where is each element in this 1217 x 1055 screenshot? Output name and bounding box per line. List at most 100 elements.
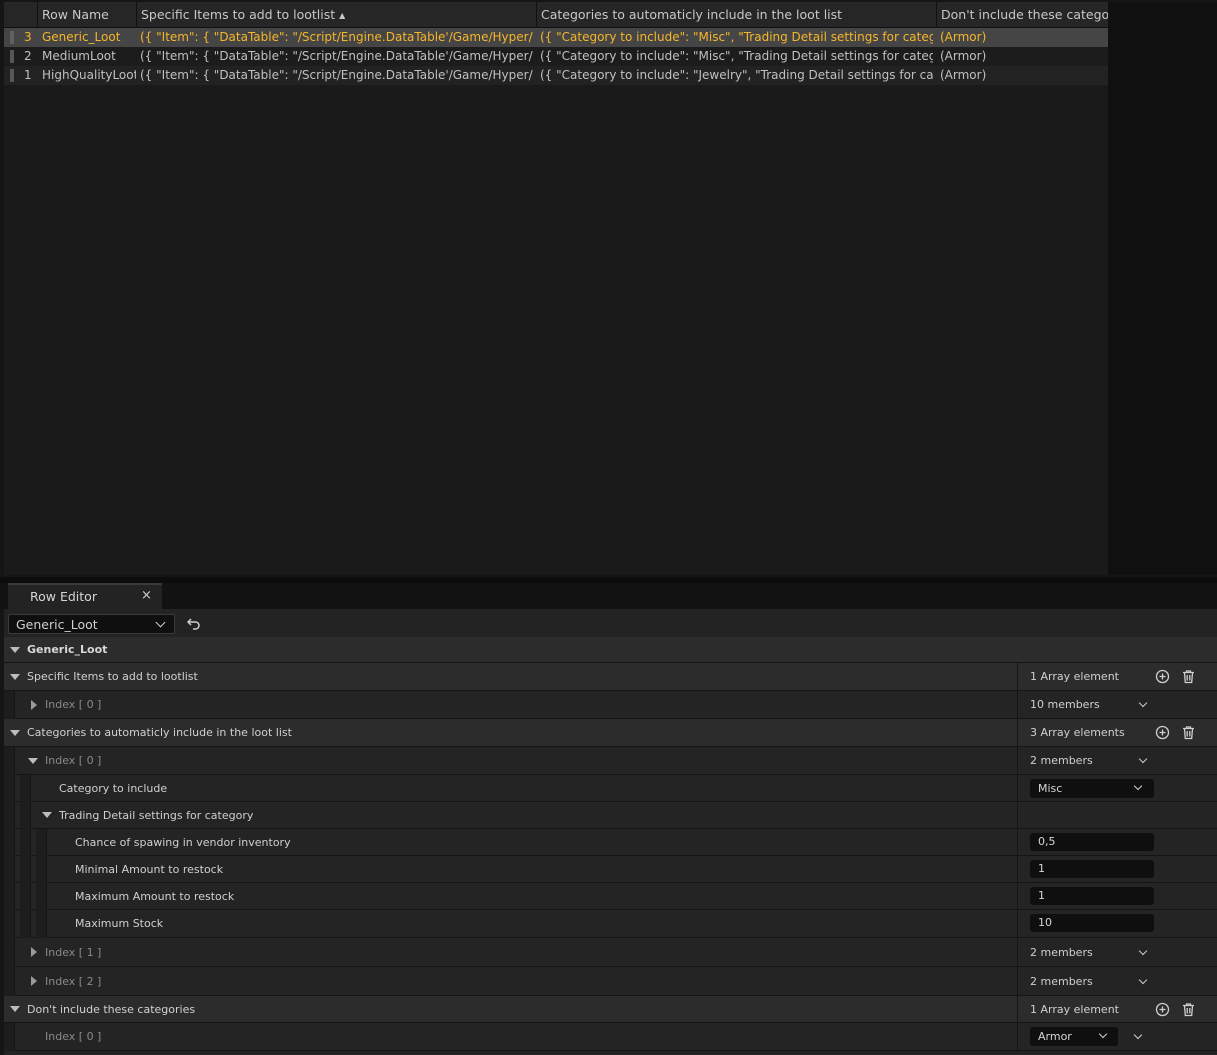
property-specific-items[interactable]: Specific Items to add to lootlist 1 Arra…	[4, 663, 1217, 691]
column-splitter[interactable]	[1017, 663, 1018, 691]
table-row[interactable]: 2 MediumLoot ({ "Item": { "DataTable": "…	[4, 47, 1108, 66]
indent-guide	[4, 883, 15, 910]
expand-arrow-icon[interactable]	[31, 976, 37, 986]
chevron-down-icon	[1098, 1029, 1108, 1039]
header-label: Don't include these categorie	[941, 7, 1108, 22]
property-label: Categories to automaticly include in the…	[27, 726, 292, 739]
array-index-row[interactable]: Index [ 0 ] 2 members	[4, 747, 1217, 775]
property-trading-details[interactable]: Trading Detail settings for category	[4, 802, 1217, 829]
max-stock-input[interactable]: 10	[1030, 914, 1154, 932]
row-number: 2	[24, 49, 32, 63]
header-label: Categories to automaticly include in the…	[541, 7, 843, 22]
tab-bar: Row Editor ×	[0, 583, 1217, 609]
drag-handle-icon[interactable]	[10, 50, 14, 63]
property-min-restock[interactable]: Minimal Amount to restock 1	[4, 856, 1217, 883]
data-table: Row Name Specific Items to add to lootli…	[4, 2, 1108, 575]
column-splitter[interactable]	[1017, 747, 1018, 775]
add-element-icon[interactable]	[1155, 725, 1170, 740]
array-index-row[interactable]: Index [ 0 ] Armor	[4, 1023, 1217, 1051]
members-count: 2 members	[1030, 946, 1093, 959]
min-restock-input[interactable]: 1	[1030, 860, 1154, 878]
indent-guide	[4, 802, 15, 829]
dropdown-value: Armor	[1038, 1030, 1072, 1043]
array-count: 3 Array elements	[1030, 726, 1125, 739]
column-splitter[interactable]	[1017, 883, 1018, 910]
index-label: Index [ 0 ]	[45, 1030, 102, 1043]
header-categories[interactable]: Categories to automaticly include in the…	[537, 2, 937, 27]
column-splitter[interactable]	[1017, 1023, 1018, 1051]
array-index-row[interactable]: Index [ 2 ] 2 members	[4, 967, 1217, 996]
header-specific-items[interactable]: Specific Items to add to lootlist ▲	[137, 2, 537, 27]
column-splitter[interactable]	[1017, 775, 1018, 802]
reset-to-default-icon[interactable]	[186, 616, 201, 630]
max-restock-input[interactable]: 1	[1030, 887, 1154, 905]
tab-row-editor[interactable]: Row Editor ×	[8, 583, 162, 609]
table-row[interactable]: 1 HighQualityLoot ({ "Item": { "DataTabl…	[4, 66, 1108, 85]
array-count: 1 Array element	[1030, 670, 1119, 683]
chevron-down-icon[interactable]	[1138, 698, 1148, 708]
table-empty-area	[1108, 2, 1217, 575]
indent-guide	[4, 1023, 15, 1051]
header-row-name[interactable]: Row Name	[38, 2, 137, 27]
indent-guide	[4, 938, 15, 967]
chevron-down-icon[interactable]	[1138, 754, 1148, 764]
chevron-down-icon[interactable]	[1138, 975, 1148, 985]
drag-handle-icon[interactable]	[10, 31, 14, 44]
expand-arrow-icon[interactable]	[10, 674, 20, 680]
property-label: Maximum Amount to restock	[75, 890, 235, 903]
expand-arrow-icon[interactable]	[31, 700, 37, 710]
array-count: 1 Array element	[1030, 1003, 1119, 1016]
column-splitter[interactable]	[1017, 910, 1018, 938]
column-splitter[interactable]	[1017, 719, 1018, 747]
index-label: Index [ 1 ]	[45, 946, 102, 959]
chance-input[interactable]: 0,5	[1030, 833, 1154, 851]
property-categories[interactable]: Categories to automaticly include in the…	[4, 719, 1217, 747]
add-element-icon[interactable]	[1155, 1002, 1170, 1017]
trash-icon[interactable]	[1181, 725, 1196, 740]
drag-handle-icon[interactable]	[10, 69, 14, 82]
exclude-category-dropdown[interactable]: Armor	[1030, 1027, 1118, 1046]
header-exclude[interactable]: Don't include these categorie	[937, 2, 1108, 27]
table-row[interactable]: 3 Generic_Loot ({ "Item": { "DataTable":…	[4, 28, 1108, 47]
array-index-row[interactable]: Index [ 0 ] 10 members	[4, 691, 1217, 719]
chevron-down-icon[interactable]	[1133, 1030, 1143, 1040]
expand-arrow-icon[interactable]	[10, 730, 20, 736]
indent-guide	[20, 910, 31, 938]
category-dropdown[interactable]: Misc	[1030, 779, 1154, 798]
row-selector-dropdown[interactable]: Generic_Loot	[8, 614, 175, 634]
expand-arrow-icon[interactable]	[10, 1006, 20, 1012]
column-splitter[interactable]	[1017, 996, 1018, 1023]
expand-arrow-icon[interactable]	[10, 647, 20, 653]
row-items: ({ "Item": { "DataTable": "/Script/Engin…	[140, 49, 533, 63]
row-name: HighQualityLoot	[42, 68, 136, 82]
indent-guide	[4, 747, 15, 775]
expand-arrow-icon[interactable]	[42, 812, 52, 818]
array-index-row[interactable]: Index [ 1 ] 2 members	[4, 938, 1217, 967]
indent-guide	[4, 856, 15, 883]
column-splitter[interactable]	[1017, 938, 1018, 967]
column-splitter[interactable]	[1017, 967, 1018, 996]
column-splitter[interactable]	[1017, 691, 1018, 719]
indent-guide	[4, 967, 15, 996]
close-icon[interactable]: ×	[141, 588, 152, 603]
trash-icon[interactable]	[1181, 1002, 1196, 1017]
expand-arrow-icon[interactable]	[31, 947, 37, 957]
row-items: ({ "Item": { "DataTable": "/Script/Engin…	[140, 68, 533, 82]
indent-guide	[20, 883, 31, 910]
expand-arrow-icon[interactable]	[28, 758, 38, 764]
property-chance[interactable]: Chance of spawing in vendor inventory 0,…	[4, 829, 1217, 856]
column-splitter[interactable]	[1017, 829, 1018, 856]
property-exclude-categories[interactable]: Don't include these categories 1 Array e…	[4, 996, 1217, 1023]
property-max-stock[interactable]: Maximum Stock 10	[4, 910, 1217, 938]
property-max-restock[interactable]: Maximum Amount to restock 1	[4, 883, 1217, 910]
section-header[interactable]: Generic_Loot	[4, 637, 1217, 663]
chevron-down-icon[interactable]	[1138, 946, 1148, 956]
members-count: 10 members	[1030, 698, 1100, 711]
property-category-to-include[interactable]: Category to include Misc	[4, 775, 1217, 802]
indent-guide	[4, 910, 15, 938]
column-splitter[interactable]	[1017, 856, 1018, 883]
trash-icon[interactable]	[1181, 669, 1196, 684]
add-element-icon[interactable]	[1155, 669, 1170, 684]
indent-guide	[4, 775, 15, 802]
column-splitter[interactable]	[1017, 802, 1018, 829]
